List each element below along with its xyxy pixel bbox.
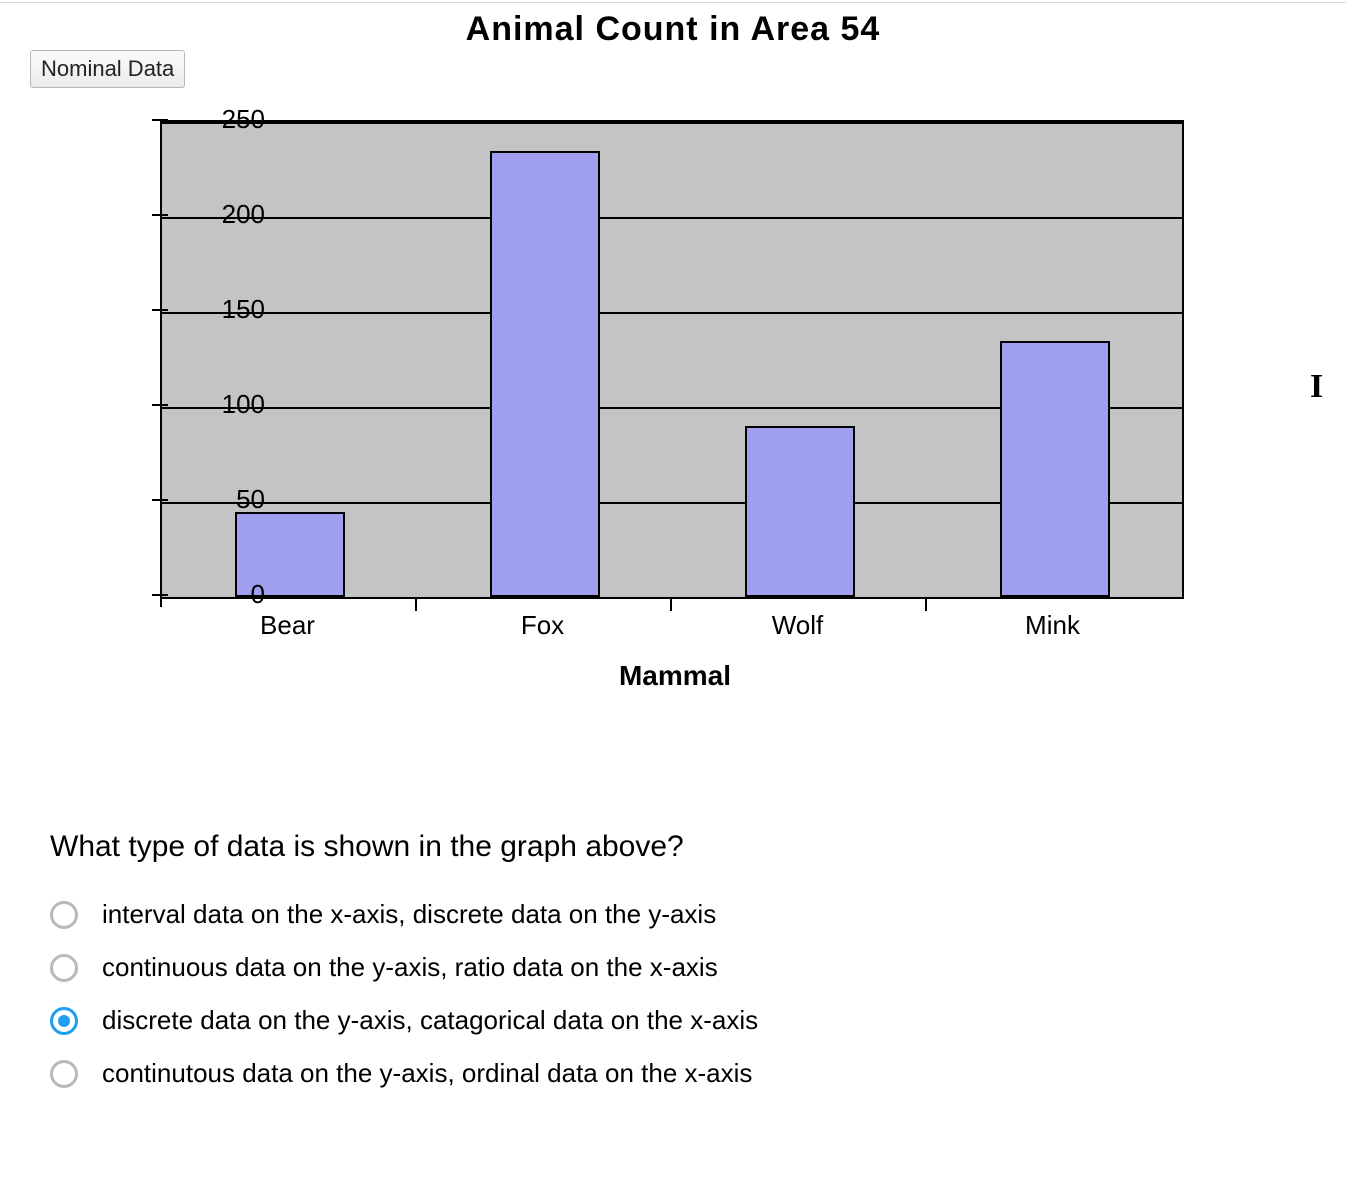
radio-button[interactable]	[50, 1060, 78, 1088]
option-label: continuous data on the y-axis, ratio dat…	[102, 952, 718, 983]
bar-wolf	[745, 426, 855, 597]
x-axis-label: Mammal	[50, 660, 1300, 692]
option-row-0[interactable]: interval data on the x-axis, discrete da…	[50, 892, 1306, 937]
x-tick-mark	[415, 597, 417, 611]
gridline	[162, 217, 1182, 219]
option-label: discrete data on the y-axis, catagorical…	[102, 1005, 758, 1036]
gridline	[162, 122, 1182, 124]
y-tick-label: 250	[175, 104, 265, 135]
y-tick-mark	[152, 309, 168, 311]
x-category-label: Fox	[443, 610, 643, 641]
y-tick-mark	[152, 594, 168, 596]
text-cursor-icon: I	[1310, 368, 1323, 406]
chart-title: Animal Count in Area 54	[0, 10, 1346, 49]
top-divider	[0, 2, 1346, 3]
x-tick-mark	[925, 597, 927, 611]
y-tick-label: 50	[175, 484, 265, 515]
gridline	[162, 312, 1182, 314]
option-label: interval data on the x-axis, discrete da…	[102, 899, 716, 930]
bar-chart: Count (per week) 050100150200250 BearFox…	[50, 100, 1300, 760]
question-prompt: What type of data is shown in the graph …	[50, 830, 1306, 864]
y-tick-mark	[152, 499, 168, 501]
nominal-data-button[interactable]: Nominal Data	[30, 50, 185, 88]
option-label: continutous data on the y-axis, ordinal …	[102, 1058, 752, 1089]
plot-area	[160, 120, 1184, 599]
bar-mink	[1000, 341, 1110, 598]
x-category-label: Mink	[953, 610, 1153, 641]
question-block: What type of data is shown in the graph …	[50, 830, 1306, 1104]
x-category-label: Bear	[188, 610, 388, 641]
x-tick-mark	[670, 597, 672, 611]
y-tick-label: 100	[175, 389, 265, 420]
y-tick-mark	[152, 404, 168, 406]
x-category-label: Wolf	[698, 610, 898, 641]
radio-button[interactable]	[50, 954, 78, 982]
y-tick-label: 150	[175, 294, 265, 325]
y-tick-mark	[152, 119, 168, 121]
radio-button[interactable]	[50, 1007, 78, 1035]
option-row-1[interactable]: continuous data on the y-axis, ratio dat…	[50, 945, 1306, 990]
bar-fox	[490, 151, 600, 598]
x-tick-mark	[160, 597, 162, 607]
y-tick-label: 200	[175, 199, 265, 230]
y-tick-label: 0	[175, 579, 265, 610]
option-row-3[interactable]: continutous data on the y-axis, ordinal …	[50, 1051, 1306, 1096]
option-row-2[interactable]: discrete data on the y-axis, catagorical…	[50, 998, 1306, 1043]
radio-button[interactable]	[50, 901, 78, 929]
y-tick-mark	[152, 214, 168, 216]
